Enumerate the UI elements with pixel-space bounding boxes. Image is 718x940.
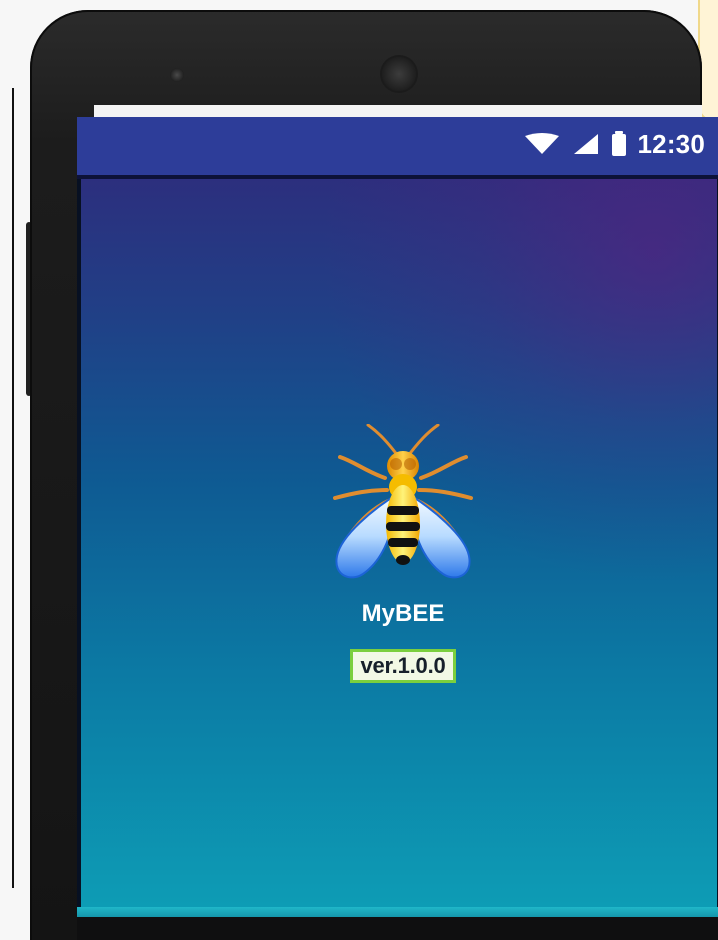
status-icons-group: 12:30 [522,131,706,157]
bottom-bar-highlight [77,907,718,917]
phone-frame: 12:30 MyBEE ver.1.0.0 [30,10,718,940]
front-camera-icon [170,68,184,82]
earpiece-icon [382,57,416,91]
bee-logo-icon [327,423,479,584]
sensor-icon [606,72,636,78]
phone-screen: 12:30 MyBEE ver.1.0.0 [77,117,718,940]
app-title: MyBEE [361,600,445,627]
version-label: ver.1.0.0 [350,649,456,683]
battery-icon [610,131,628,157]
wifi-icon [522,133,562,155]
bottom-navigation-bar [77,907,718,940]
left-border-line [12,88,14,888]
phone-top-strip [94,105,702,117]
status-time: 12:30 [637,129,705,159]
screenshot-stage: 12:30 MyBEE ver.1.0.0 [0,0,718,940]
status-bar: 12:30 [77,117,718,179]
splash-content: MyBEE ver.1.0.0 [77,179,718,907]
signal-icon [572,132,600,156]
